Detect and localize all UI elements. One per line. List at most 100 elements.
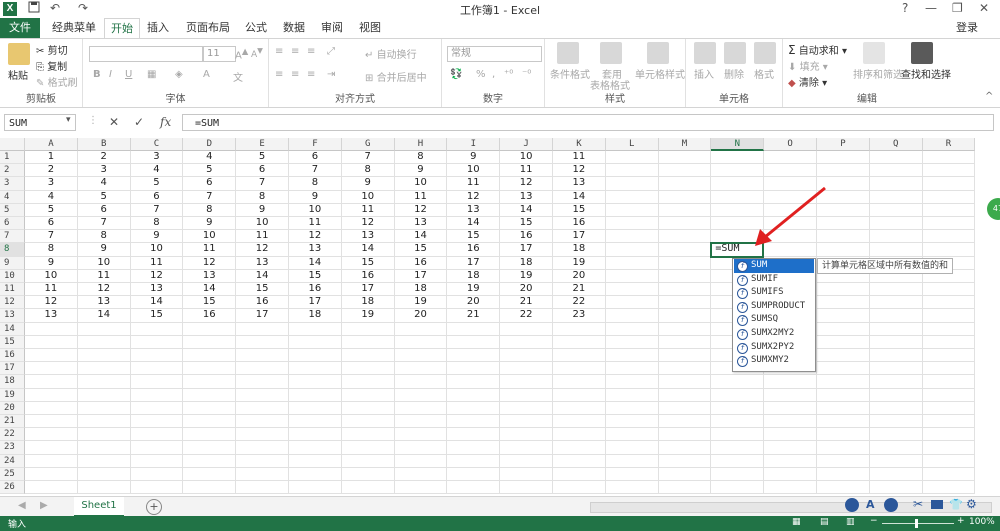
cell[interactable] xyxy=(236,481,289,495)
function-autocomplete-list[interactable]: f SUM f SUMIF f SUMIFS f SUMPRODUCT f SUMSQ f SUMX2… xyxy=(732,258,816,372)
cell[interactable]: 8 xyxy=(183,203,237,217)
column-header-m[interactable]: M xyxy=(658,138,712,151)
cell[interactable] xyxy=(605,335,659,349)
cell[interactable] xyxy=(236,441,289,455)
cell[interactable] xyxy=(447,428,501,442)
cell[interactable]: 16 xyxy=(553,217,606,231)
cell[interactable] xyxy=(711,164,765,178)
cell[interactable] xyxy=(869,349,923,363)
row-header[interactable]: 23 xyxy=(0,441,25,455)
autocomplete-item[interactable]: f SUMIFS xyxy=(734,286,814,300)
cell[interactable] xyxy=(605,190,659,204)
cell[interactable]: 9 xyxy=(394,164,448,178)
cell[interactable] xyxy=(658,481,712,495)
cell[interactable] xyxy=(341,481,395,495)
row-header[interactable]: 21 xyxy=(0,415,25,429)
decrease-decimal-icon[interactable]: ⁻⁰ xyxy=(522,69,531,80)
cell[interactable] xyxy=(922,164,976,178)
cell[interactable] xyxy=(869,296,923,310)
cell[interactable]: 13 xyxy=(553,177,606,191)
cell[interactable]: 14 xyxy=(394,230,448,244)
cell[interactable] xyxy=(500,454,553,468)
cell[interactable] xyxy=(183,349,237,363)
cell[interactable] xyxy=(500,481,553,495)
cell[interactable]: 14 xyxy=(500,203,553,217)
cell[interactable] xyxy=(130,428,184,442)
cell[interactable] xyxy=(817,428,870,442)
cell[interactable]: 18 xyxy=(553,243,606,257)
cell[interactable] xyxy=(236,335,289,349)
cell[interactable] xyxy=(922,296,976,310)
cell[interactable] xyxy=(553,401,606,415)
align-top-icon[interactable]: ≡ xyxy=(275,46,283,57)
cell[interactable] xyxy=(25,388,78,402)
cell[interactable] xyxy=(922,454,976,468)
cell[interactable]: 14 xyxy=(341,243,395,257)
cell[interactable] xyxy=(289,441,342,455)
row-header[interactable]: 6 xyxy=(0,217,25,231)
align-middle-icon[interactable]: ≡ xyxy=(291,46,299,57)
cut-button[interactable]: ✂ 剪切 xyxy=(36,42,68,57)
cell[interactable] xyxy=(183,335,237,349)
cell[interactable] xyxy=(183,362,237,376)
cell[interactable] xyxy=(25,401,78,415)
cell[interactable] xyxy=(869,217,923,231)
cell[interactable]: 17 xyxy=(341,283,395,297)
cell[interactable] xyxy=(553,441,606,455)
cell[interactable] xyxy=(817,454,870,468)
cell[interactable] xyxy=(817,283,870,297)
column-header-a[interactable]: A xyxy=(25,138,78,151)
toolbar-mic-icon[interactable] xyxy=(884,498,898,512)
cell[interactable] xyxy=(236,388,289,402)
cell[interactable]: 9 xyxy=(341,177,395,191)
font-size-select[interactable]: 11 xyxy=(203,46,236,62)
cell[interactable] xyxy=(869,428,923,442)
cell-styles-button[interactable]: 单元格样式 xyxy=(635,66,685,81)
cell[interactable] xyxy=(236,322,289,336)
cell[interactable] xyxy=(764,151,817,165)
align-center-icon[interactable]: ≡ xyxy=(291,69,299,80)
cell[interactable] xyxy=(394,388,448,402)
cell[interactable] xyxy=(605,283,659,297)
cell[interactable]: 1 xyxy=(25,151,78,165)
cell[interactable]: 8 xyxy=(130,217,184,231)
cell[interactable]: 2 xyxy=(77,151,131,165)
cell[interactable] xyxy=(183,454,237,468)
cell[interactable] xyxy=(553,467,606,481)
cell[interactable] xyxy=(236,454,289,468)
cell[interactable]: 22 xyxy=(553,296,606,310)
cell[interactable] xyxy=(553,362,606,376)
cell[interactable]: 12 xyxy=(25,296,78,310)
format-painter-button[interactable]: ✎ 格式刷 xyxy=(36,74,78,89)
cell[interactable] xyxy=(289,481,342,495)
cell[interactable]: 19 xyxy=(447,283,501,297)
cell[interactable] xyxy=(711,401,765,415)
column-header-p[interactable]: P xyxy=(817,138,870,151)
cell[interactable] xyxy=(869,322,923,336)
format-table-icon[interactable] xyxy=(600,42,622,64)
cell[interactable] xyxy=(25,362,78,376)
cell[interactable] xyxy=(236,428,289,442)
cell[interactable] xyxy=(817,296,870,310)
cell[interactable] xyxy=(605,481,659,495)
wrap-text-button[interactable]: ↵ 自动换行 xyxy=(365,46,417,61)
column-header-g[interactable]: G xyxy=(341,138,395,151)
cell[interactable]: 13 xyxy=(447,203,501,217)
cell[interactable] xyxy=(605,217,659,231)
cell[interactable]: 14 xyxy=(447,217,501,231)
cell[interactable]: 18 xyxy=(341,296,395,310)
cell[interactable]: 13 xyxy=(500,190,553,204)
cell[interactable] xyxy=(869,467,923,481)
cell[interactable] xyxy=(869,151,923,165)
row-header[interactable]: 11 xyxy=(0,283,25,297)
cell[interactable]: 15 xyxy=(341,256,395,270)
cell[interactable] xyxy=(711,441,765,455)
cell[interactable]: 5 xyxy=(130,177,184,191)
cell[interactable] xyxy=(922,467,976,481)
cell[interactable]: 13 xyxy=(77,296,131,310)
cell[interactable]: 3 xyxy=(25,177,78,191)
row-header[interactable]: 13 xyxy=(0,309,25,323)
row-header[interactable]: 5 xyxy=(0,203,25,217)
cell[interactable]: 21 xyxy=(447,309,501,323)
cell[interactable] xyxy=(289,467,342,481)
